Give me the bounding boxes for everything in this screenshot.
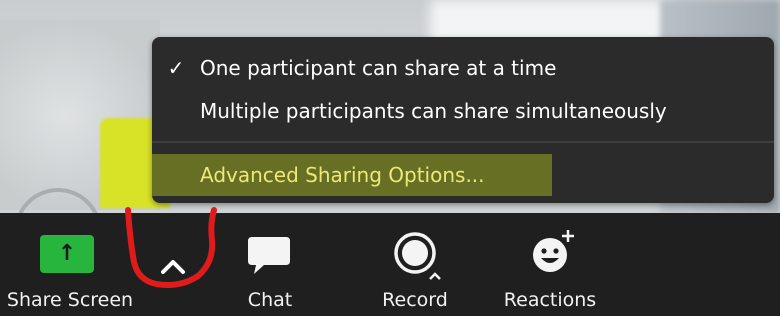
share-screen-label: Share Screen (6, 289, 134, 311)
share-options-menu: ✓ One participant can share at a time Mu… (152, 37, 774, 203)
smiley-plus-icon (533, 230, 574, 272)
menu-item-label: Multiple participants can share simultan… (200, 99, 667, 123)
record-label: Record (382, 289, 448, 311)
record-button[interactable]: Record (365, 213, 465, 316)
checkmark-icon: ✓ (167, 56, 185, 80)
reactions-label: Reactions (503, 289, 597, 311)
menu-item-label: Advanced Sharing Options... (200, 163, 485, 187)
chat-label: Chat (247, 289, 293, 311)
menu-divider (152, 141, 774, 143)
chevron-up-icon (161, 260, 185, 274)
menu-item-one-participant[interactable]: ✓ One participant can share at a time (152, 50, 774, 86)
reactions-button[interactable]: Reactions (495, 213, 605, 316)
menu-item-label: One participant can share at a time (200, 56, 557, 80)
menu-item-multiple-participants[interactable]: Multiple participants can share simultan… (152, 93, 774, 129)
menu-item-advanced-sharing-options[interactable]: Advanced Sharing Options... (152, 154, 552, 196)
chat-bubble-icon (248, 237, 290, 274)
record-icon (394, 232, 441, 280)
meeting-toolbar: ↑ Share Screen Chat Record Reactions (0, 213, 780, 316)
share-options-chevron-button[interactable] (150, 245, 196, 289)
up-arrow-icon: ↑ (40, 235, 94, 273)
share-screen-button[interactable]: ↑ Share Screen (0, 213, 140, 316)
chat-button[interactable]: Chat (230, 213, 310, 316)
